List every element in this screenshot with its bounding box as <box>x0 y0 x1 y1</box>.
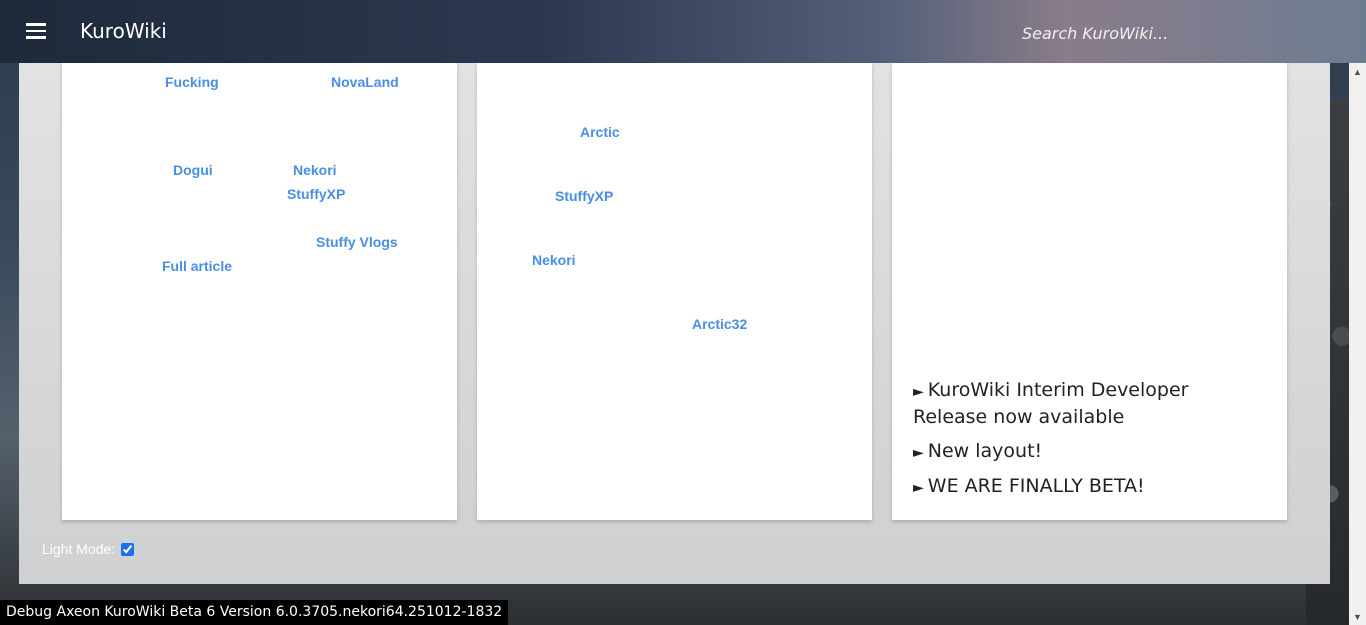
news-item[interactable]: ► New layout! <box>913 439 1263 466</box>
vertical-scrollbar[interactable]: ▲ ▼ <box>1349 63 1366 625</box>
link-stuffyxp-2[interactable]: StuffyXP <box>555 188 613 204</box>
links-card-2: Arctic StuffyXP Nekori Arctic32 <box>477 63 872 520</box>
light-mode-setting: Light Mode: <box>42 541 135 557</box>
link-dogui[interactable]: Dogui <box>173 162 213 178</box>
link-full-article[interactable]: Full article <box>162 258 232 274</box>
light-mode-checkbox[interactable] <box>121 542 135 556</box>
scroll-down-icon[interactable]: ▼ <box>1349 608 1366 625</box>
triangle-right-icon: ► <box>913 384 924 400</box>
link-novaland[interactable]: NovaLand <box>331 74 399 90</box>
light-mode-label: Light Mode: <box>42 541 116 557</box>
triangle-right-icon: ► <box>913 445 924 461</box>
news-item[interactable]: ► KuroWiki Interim Developer Release now … <box>913 378 1263 430</box>
hamburger-menu-icon[interactable] <box>20 17 52 45</box>
link-stuffy-vlogs[interactable]: Stuffy Vlogs <box>316 234 398 250</box>
link-stuffyxp[interactable]: StuffyXP <box>287 186 345 202</box>
news-item[interactable]: ► WE ARE FINALLY BETA! <box>913 474 1263 501</box>
debug-version-bar: Debug Axeon KuroWiki Beta 6 Version 6.0.… <box>0 600 509 625</box>
triangle-right-icon: ► <box>913 480 924 496</box>
search-input[interactable] <box>1020 18 1324 48</box>
scroll-up-icon[interactable]: ▲ <box>1349 63 1366 80</box>
link-nekori[interactable]: Nekori <box>293 162 337 178</box>
top-app-bar: KuroWiki <box>0 0 1366 63</box>
link-arctic32[interactable]: Arctic32 <box>692 316 747 332</box>
link-arctic[interactable]: Arctic <box>580 124 620 140</box>
link-fucking[interactable]: Fucking <box>165 74 219 90</box>
link-nekori-2[interactable]: Nekori <box>532 252 576 268</box>
news-card: ► KuroWiki Interim Developer Release now … <box>892 63 1287 520</box>
links-card-1: Fucking NovaLand Dogui Nekori StuffyXP S… <box>62 63 457 520</box>
app-title[interactable]: KuroWiki <box>80 19 167 43</box>
main-content: Fucking NovaLand Dogui Nekori StuffyXP S… <box>19 63 1330 584</box>
